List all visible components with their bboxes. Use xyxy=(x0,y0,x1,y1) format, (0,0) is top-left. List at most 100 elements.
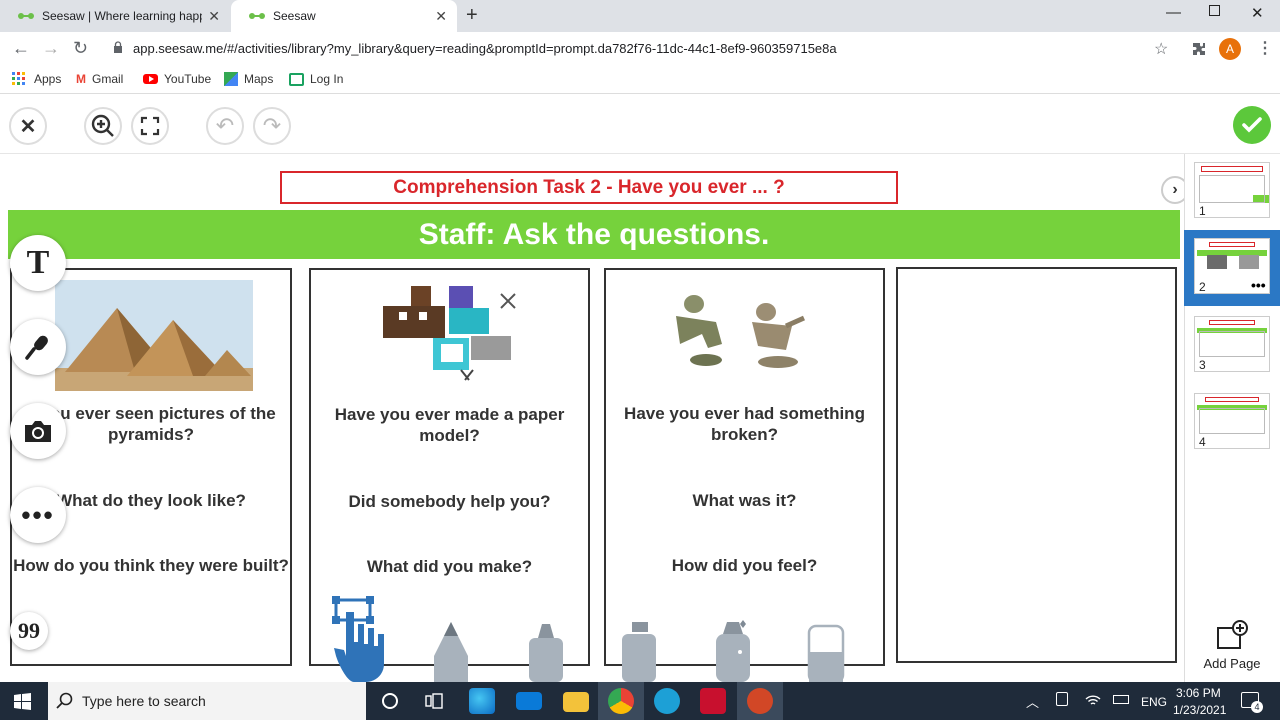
zoom-in-icon xyxy=(91,114,114,137)
extensions-icon[interactable] xyxy=(1191,41,1207,57)
page-thumbnail-2[interactable]: 2 ••• xyxy=(1194,238,1270,294)
bookmark-apps[interactable]: Apps xyxy=(12,72,61,86)
page-thumbnail-4[interactable]: 4 xyxy=(1194,393,1270,449)
zoom-in-button[interactable] xyxy=(84,107,122,145)
edge-icon[interactable] xyxy=(469,688,495,714)
cortana-icon[interactable] xyxy=(382,693,398,709)
acrobat-icon[interactable] xyxy=(700,688,726,714)
device-icon[interactable] xyxy=(1056,692,1068,706)
mail-icon[interactable] xyxy=(516,692,542,710)
search-placeholder: Type here to search xyxy=(82,693,206,709)
close-tab-icon[interactable]: ✕ xyxy=(208,8,220,25)
bookmark-gmail[interactable]: M Gmail xyxy=(76,72,123,86)
app-icon[interactable] xyxy=(654,688,680,714)
page-options-icon[interactable]: ••• xyxy=(1251,277,1266,293)
redo-button[interactable]: ↷ xyxy=(253,107,291,145)
quote-tool-button[interactable]: 99 xyxy=(10,612,48,650)
search-icon xyxy=(56,692,73,709)
browser-tab[interactable]: Seesaw | Where learning happen ✕ xyxy=(0,0,230,32)
microphone-icon xyxy=(25,335,48,360)
bookmark-label: Maps xyxy=(244,72,274,86)
undo-button[interactable]: ↶ xyxy=(206,107,244,145)
add-page-label[interactable]: Add Page xyxy=(1198,656,1266,671)
highlighter-tool-icon[interactable] xyxy=(620,620,658,682)
new-tab-icon[interactable]: + xyxy=(466,4,478,27)
question-card-broken: Have you ever had something broken? What… xyxy=(604,268,885,666)
done-button[interactable] xyxy=(1233,106,1271,144)
question-3: What did you make? xyxy=(366,557,533,576)
activity-title: Comprehension Task 2 - Have you ever ...… xyxy=(280,171,898,204)
bookmark-label: YouTube xyxy=(164,72,212,86)
page-number: 2 xyxy=(1199,280,1206,294)
minimize-icon[interactable]: — xyxy=(1166,4,1181,21)
tab-title: Seesaw | Where learning happen xyxy=(42,9,202,23)
reload-icon[interactable]: ↻ xyxy=(73,38,88,59)
question-3: How did you feel? xyxy=(671,556,818,575)
empty-card xyxy=(896,267,1177,663)
bookmark-youtube[interactable]: YouTube xyxy=(143,72,211,86)
more-tools-button[interactable]: ••• xyxy=(10,487,66,543)
battery-icon[interactable] xyxy=(1113,695,1129,704)
add-page-button[interactable] xyxy=(1216,620,1248,655)
page-thumbnail-3[interactable]: 3 xyxy=(1194,316,1270,372)
maximize-icon[interactable] xyxy=(1209,5,1220,16)
login-icon xyxy=(289,72,304,86)
pyramids-image xyxy=(55,280,253,391)
task-view-icon[interactable] xyxy=(425,692,443,710)
tray-chevron-icon[interactable]: ︿ xyxy=(1026,692,1039,711)
fit-screen-button[interactable] xyxy=(131,107,169,145)
wifi-icon[interactable] xyxy=(1085,693,1101,707)
url-text: app.seesaw.me/#/activities/library?my_li… xyxy=(133,41,837,56)
browser-tab-active[interactable]: Seesaw ✕ xyxy=(231,0,457,32)
page-thumbnail-1[interactable]: 1 xyxy=(1194,162,1270,218)
camera-tool-button[interactable] xyxy=(10,403,66,459)
profile-avatar[interactable]: A xyxy=(1219,38,1241,60)
bookmark-label: Log In xyxy=(310,72,344,86)
close-tab-icon[interactable]: ✕ xyxy=(435,8,447,25)
close-editor-button[interactable]: ✕ xyxy=(9,107,47,145)
powerpoint-icon xyxy=(747,688,773,714)
seesaw-toolbar xyxy=(0,96,1280,154)
bookmark-label: Apps xyxy=(34,72,62,86)
select-hand-tool-icon[interactable] xyxy=(332,594,384,682)
tab-title: Seesaw xyxy=(273,9,316,23)
bookmark-label: Gmail xyxy=(92,72,124,86)
microphone-tool-button[interactable] xyxy=(10,319,66,375)
toy-soldiers-image xyxy=(656,282,826,380)
more-icon: ••• xyxy=(21,499,55,530)
eraser-tool-icon[interactable] xyxy=(806,624,846,682)
clock-date[interactable]: 1/23/2021 xyxy=(1173,703,1226,717)
text-tool-button[interactable]: T xyxy=(10,235,66,291)
question-1: Have you ever had something broken? xyxy=(624,404,865,444)
gmail-icon: M xyxy=(76,72,86,86)
bookmark-star-icon[interactable]: ☆ xyxy=(1154,39,1168,59)
forward-icon[interactable]: → xyxy=(42,38,60,59)
add-page-icon xyxy=(1217,620,1248,649)
file-explorer-icon[interactable] xyxy=(563,692,589,712)
pencil-tool-icon[interactable] xyxy=(432,620,470,682)
notification-badge: 4 xyxy=(1251,701,1263,713)
page-number: 3 xyxy=(1199,358,1206,372)
page-number: 1 xyxy=(1199,204,1206,218)
glitter-pen-tool-icon[interactable] xyxy=(713,618,753,682)
taskbar-search[interactable]: Type here to search xyxy=(48,682,366,720)
marker-tool-icon[interactable] xyxy=(527,622,565,682)
seesaw-favicon-icon xyxy=(18,12,34,20)
maps-icon xyxy=(224,72,238,86)
back-icon[interactable]: ← xyxy=(12,38,30,59)
language-indicator[interactable]: ENG xyxy=(1141,695,1167,709)
window-close-icon[interactable]: ✕ xyxy=(1251,4,1264,22)
fullscreen-icon xyxy=(140,116,160,136)
clock-time[interactable]: 3:06 PM xyxy=(1176,686,1221,700)
question-2: Did somebody help you? xyxy=(348,492,551,511)
bookmark-maps[interactable]: Maps xyxy=(224,72,273,86)
question-1: Have you ever made a paper model? xyxy=(334,405,565,445)
apps-grid-icon xyxy=(12,72,25,85)
youtube-icon xyxy=(143,74,158,84)
bookmark-login[interactable]: Log In xyxy=(289,72,343,86)
browser-menu-icon[interactable]: ⋮ xyxy=(1257,38,1273,58)
instruction-banner: Staff: Ask the questions. xyxy=(8,210,1180,259)
question-3: How do you think they were built? xyxy=(13,556,289,575)
camera-icon xyxy=(25,421,51,442)
windows-start-icon[interactable] xyxy=(14,693,31,710)
